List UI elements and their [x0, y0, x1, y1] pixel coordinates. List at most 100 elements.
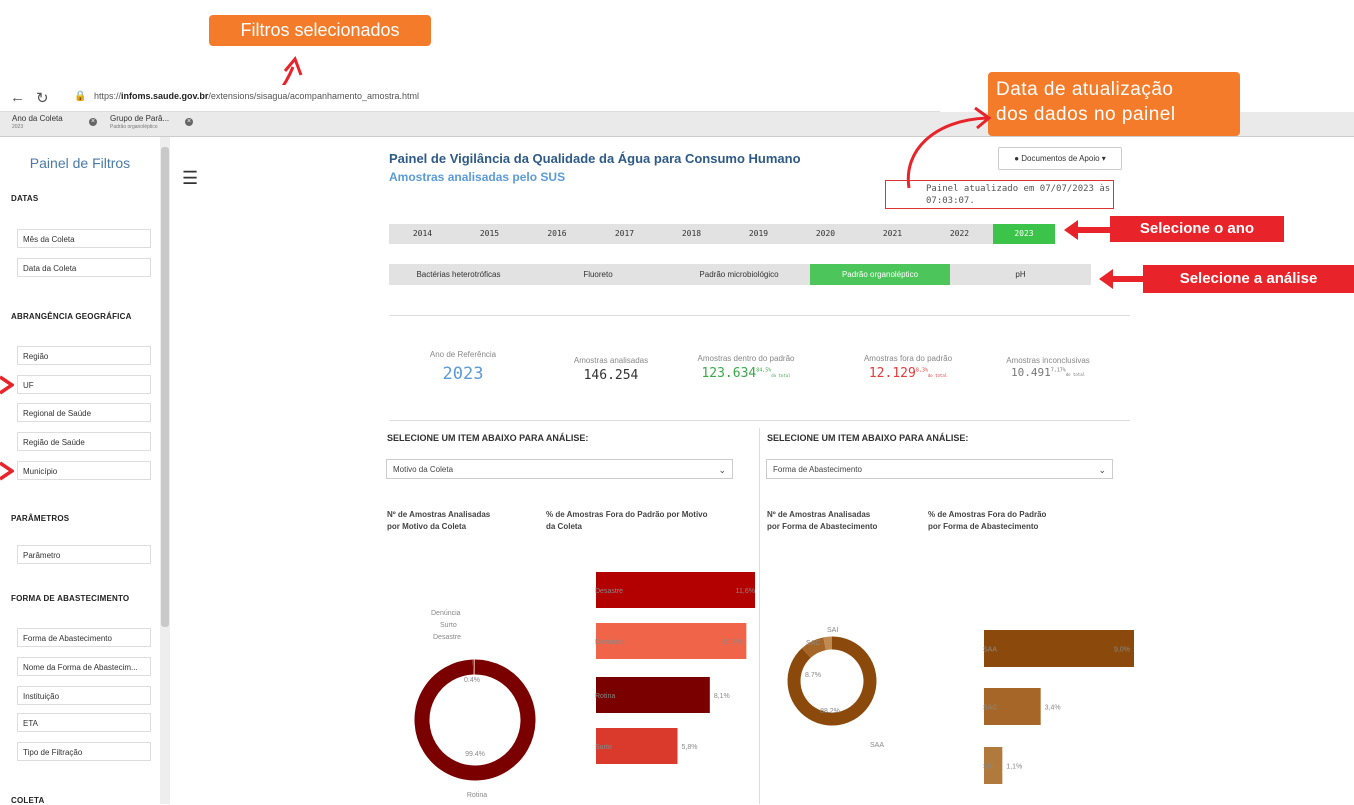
kpi-inconc-label: Amostras inconclusivas [988, 356, 1108, 365]
bar-value-label: 11,6% [736, 588, 755, 595]
year-tab-2023[interactable]: 2023 [993, 224, 1055, 244]
field-data-coleta[interactable]: Data da Coleta [17, 258, 151, 277]
filters-sidebar: Painel de Filtros DATAS Mês da Coleta Da… [0, 137, 172, 804]
arrow-municipio-icon [0, 461, 14, 481]
year-tab-2017[interactable]: 2017 [591, 224, 658, 244]
year-tab-2019[interactable]: 2019 [725, 224, 792, 244]
analysis-tab-4[interactable]: pH [950, 264, 1091, 285]
menu-icon[interactable]: ☰ [182, 168, 198, 189]
field-regiao-saude[interactable]: Região de Saúde [17, 432, 151, 451]
browser-address-bar: ← ↻ 🔒 https://infoms.saude.gov.br/extens… [0, 85, 940, 112]
field-municipio[interactable]: Município [17, 461, 151, 480]
kpi-ref-value: 2023 [403, 364, 523, 384]
donut-chart-motivo: RotinaDenúnciaSurtoDesastre99.4%0.4% [400, 600, 560, 804]
field-parametro[interactable]: Parâmetro [17, 545, 151, 564]
annotation-atualizacao: Data de atualizaçãodos dados no painel [988, 72, 1240, 136]
field-forma-abastecimento[interactable]: Forma de Abastecimento [17, 628, 151, 647]
analysis-tab-3[interactable]: Padrão organoléptico [810, 264, 950, 285]
bar-category-label: SAC [983, 705, 997, 712]
clear-filter-grupo-icon[interactable]: × [185, 118, 193, 126]
bar-category-label: Denúncia [595, 639, 625, 646]
page-title: Painel de Vigilância da Qualidade da Águ… [389, 151, 801, 166]
left-select-heading: SELECIONE UM ITEM ABAIXO PARA ANÁLISE: [387, 433, 588, 443]
donut-label-denúncia: Denúncia [431, 610, 461, 617]
kpi-dentro-label: Amostras dentro do padrão [686, 354, 806, 363]
year-tab-2015[interactable]: 2015 [456, 224, 523, 244]
page-info-icon[interactable]: 🔒 [74, 91, 86, 102]
field-uf[interactable]: UF [17, 375, 151, 394]
left-chart1-title: Nº de Amostras Analisadaspor Motivo da C… [387, 509, 490, 533]
clear-filter-ano-icon[interactable]: × [89, 118, 97, 126]
bar-value-label: 1,1% [1006, 764, 1022, 771]
section-forma: FORMA DE ABASTECIMENTO [11, 594, 129, 603]
donut-chart-forma: SAASACSAI88.2%8.7% [780, 615, 900, 755]
back-icon[interactable]: ← [10, 89, 25, 106]
analysis-tab-2[interactable]: Padrão microbiológico [668, 264, 810, 285]
bar-value-label: 10,7% [722, 639, 742, 646]
year-tab-2016[interactable]: 2016 [523, 224, 591, 244]
right-chart1-title: Nº de Amostras Analisadaspor Forma de Ab… [767, 509, 877, 533]
bar-value-label: 9,0% [1114, 647, 1130, 654]
sidebar-title: Painel de Filtros [0, 155, 160, 171]
kpi-fora-value: 12.1298,3%do total [848, 366, 968, 381]
arrow-atualizacao-icon [895, 100, 1005, 190]
donut-value-label: 8.7% [805, 672, 821, 679]
kpi-analisadas-label: Amostras analisadas [551, 356, 671, 365]
arrow-ano-icon [1062, 219, 1117, 241]
kpi-analisadas-value: 146.254 [551, 368, 671, 383]
donut-value-label: 88.2% [820, 708, 840, 715]
kpi-fora-label: Amostras fora do padrão [848, 354, 968, 363]
field-instituicao[interactable]: Instituição [17, 686, 151, 705]
panel-divider [759, 428, 760, 804]
divider [389, 420, 1130, 421]
reload-icon[interactable]: ↻ [36, 89, 49, 107]
divider [389, 315, 1130, 316]
docs-button[interactable]: ● Documentos de Apoio ▾ [998, 147, 1122, 170]
filter-chip-grupo[interactable]: Grupo de Parâ...Padrão organoléptico [110, 114, 169, 132]
field-mes-coleta[interactable]: Mês da Coleta [17, 229, 151, 248]
url-text[interactable]: https://infoms.saude.gov.br/extensions/s… [94, 91, 419, 101]
bar-chart-motivo: Desastre11,6%Denúncia10,7%Rotina8,1%Surt… [555, 565, 755, 804]
donut-label-desastre: Desastre [433, 634, 461, 641]
donut-value-label: 99.4% [465, 751, 485, 758]
year-tab-2021[interactable]: 2021 [859, 224, 926, 244]
annotation-analise: Selecione a análise [1143, 265, 1354, 293]
year-tab-2022[interactable]: 2022 [926, 224, 993, 244]
right-chart2-title: % de Amostras Fora do Padrãopor Forma de… [928, 509, 1046, 533]
analysis-tab-0[interactable]: Bactérias heterotróficas [389, 264, 528, 285]
field-eta[interactable]: ETA [17, 713, 151, 732]
annotation-filtros: Filtros selecionados [209, 15, 431, 46]
left-chart2-title: % de Amostras Fora do Padrão por Motivod… [546, 509, 708, 533]
year-tab-2020[interactable]: 2020 [792, 224, 859, 244]
filter-chip-ano[interactable]: Ano da Coleta2023 [12, 114, 63, 132]
right-select-heading: SELECIONE UM ITEM ABAIXO PARA ANÁLISE: [767, 433, 968, 443]
bar-category-label: SAA [983, 647, 997, 654]
donut-label-saa: SAA [870, 742, 884, 749]
bar-value-label: 5,8% [682, 744, 698, 751]
field-regional-saude[interactable]: Regional de Saúde [17, 403, 151, 422]
bar-value-label: 8,1% [714, 693, 730, 700]
left-dropdown[interactable]: Motivo da Coleta⌄ [386, 459, 733, 479]
field-tipo-filtracao[interactable]: Tipo de Filtração [17, 742, 151, 761]
bar-chart-forma: SAA9,0%SAC3,4%SAI1,1% [955, 620, 1140, 804]
bar-category-label: Desastre [595, 588, 623, 595]
field-nome-forma[interactable]: Nome da Forma de Abastecim... [17, 657, 151, 676]
year-tab-2018[interactable]: 2018 [658, 224, 725, 244]
year-tab-2014[interactable]: 2014 [389, 224, 456, 244]
bar-category-label: Surto [595, 744, 612, 751]
analysis-selector: Bactérias heterotróficasFluoretoPadrão m… [389, 264, 1091, 285]
kpi-ref-label: Ano de Referência [403, 350, 523, 359]
year-selector: 2014201520162017201820192020202120222023 [389, 224, 1055, 244]
update-info: Painel atualizado em 07/07/2023 às07:03:… [885, 180, 1114, 209]
bar-value-label: 3,4% [1045, 705, 1061, 712]
sidebar-scroll-thumb[interactable] [161, 147, 169, 627]
section-datas: DATAS [11, 194, 38, 203]
arrow-analise-icon [1097, 268, 1147, 290]
right-dropdown[interactable]: Forma de Abastecimento⌄ [766, 459, 1113, 479]
field-regiao[interactable]: Região [17, 346, 151, 365]
donut-slice-sai [825, 643, 832, 644]
donut-label-sai: SAI [827, 627, 838, 634]
section-abrangencia: ABRANGÊNCIA GEOGRÁFICA [11, 312, 132, 321]
arrow-uf-icon [0, 375, 14, 395]
analysis-tab-1[interactable]: Fluoreto [528, 264, 668, 285]
